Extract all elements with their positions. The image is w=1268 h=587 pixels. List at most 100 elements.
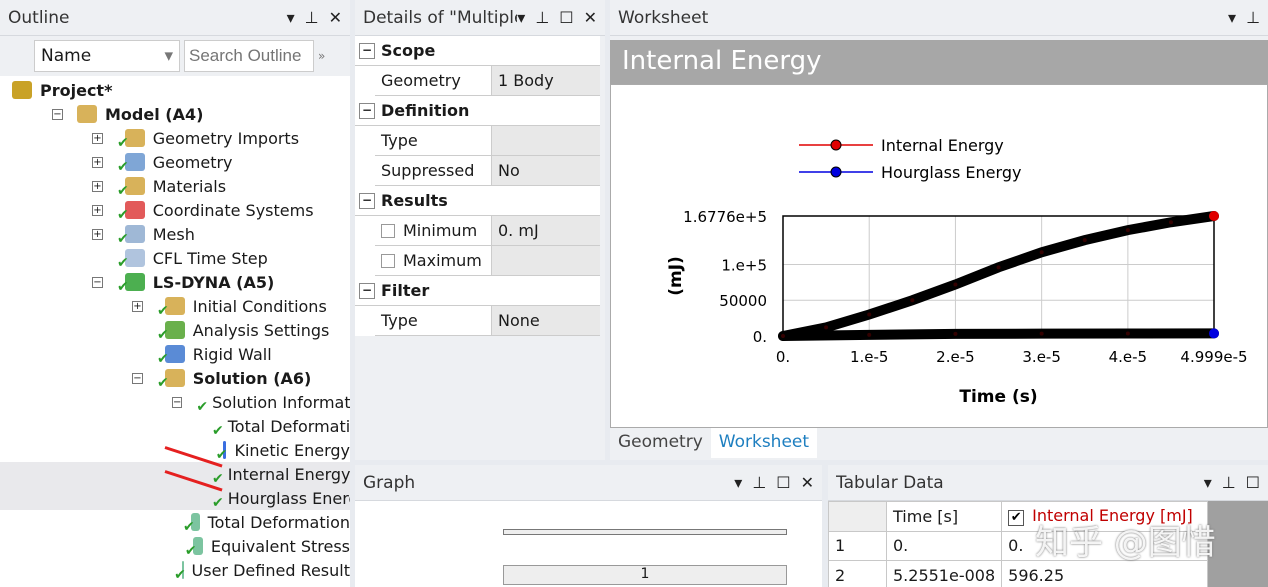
tree-item-label: User Defined Result: [191, 560, 350, 580]
details-group-definition[interactable]: − Definition: [355, 96, 600, 126]
animation-frame-box[interactable]: 1: [503, 565, 787, 585]
details-row[interactable]: Type None: [375, 306, 600, 336]
expand-icon[interactable]: +: [92, 180, 103, 192]
close-icon[interactable]: ✕: [801, 473, 814, 492]
tree-item[interactable]: ✔Total Deformation: [0, 414, 350, 440]
time-cell: 0.: [885, 530, 1003, 562]
tree-item-label: Internal Energy: [227, 464, 350, 484]
tree-item[interactable]: + ✔ Materials: [0, 174, 350, 199]
pin-icon[interactable]: ⊥: [1222, 473, 1236, 492]
check-icon: ✔: [117, 279, 129, 295]
property-value[interactable]: None: [492, 306, 600, 335]
outline-title: Outline: [8, 7, 70, 28]
expand-icon[interactable]: +: [92, 228, 103, 240]
legend-label: Internal Energy: [881, 136, 1004, 155]
property-label: Type: [381, 131, 418, 150]
tree-item[interactable]: ✔ Analysis Settings: [0, 318, 350, 344]
check-icon: ✔: [212, 495, 224, 511]
data-point: [1209, 328, 1219, 339]
tree-item[interactable]: ✔ Equivalent Stress: [0, 534, 350, 560]
column-header-time[interactable]: Time [s]: [885, 501, 1003, 532]
dropdown-icon[interactable]: ▾: [517, 8, 525, 27]
pin-icon[interactable]: ⊥: [305, 8, 319, 27]
collapse-icon[interactable]: −: [172, 396, 183, 408]
collapse-icon[interactable]: −: [359, 42, 375, 59]
tree-item[interactable]: + ✔ Coordinate Systems: [0, 198, 350, 223]
parameter-checkbox[interactable]: [381, 253, 395, 268]
tree-item[interactable]: ✔Total Deformation: [0, 510, 350, 536]
data-point: [781, 334, 785, 338]
details-row[interactable]: Minimum 0. mJ: [375, 216, 600, 246]
property-value[interactable]: 0. mJ: [492, 216, 600, 245]
expand-icon[interactable]: +: [92, 156, 103, 168]
expand-icon[interactable]: +: [92, 204, 103, 216]
graph-title: Graph: [363, 472, 416, 493]
collapse-icon[interactable]: −: [92, 276, 103, 288]
tree-item[interactable]: ✔ CFL Time Step: [0, 246, 350, 272]
collapse-icon[interactable]: −: [132, 372, 143, 384]
check-icon: ✔: [157, 327, 169, 343]
close-icon[interactable]: ✕: [329, 8, 342, 27]
details-row[interactable]: Geometry 1 Body: [375, 66, 600, 96]
close-icon[interactable]: ✕: [584, 8, 597, 27]
tree-item[interactable]: Project*: [0, 78, 350, 102]
dropdown-icon[interactable]: ▾: [287, 8, 295, 27]
details-row[interactable]: Type: [375, 126, 600, 156]
tab-geometry[interactable]: Geometry: [610, 428, 711, 458]
details-group-scope[interactable]: − Scope: [355, 36, 600, 66]
collapse-icon[interactable]: −: [359, 192, 375, 209]
expand-icon[interactable]: +: [92, 132, 103, 144]
details-group-filter[interactable]: − Filter: [355, 276, 600, 306]
property-value[interactable]: No: [492, 156, 600, 185]
search-outline-input[interactable]: [184, 40, 314, 72]
expand-more-icon[interactable]: »: [318, 49, 325, 63]
maximize-icon[interactable]: ☐: [1246, 473, 1260, 492]
legend-marker: [830, 166, 842, 178]
y-tick-label: 1.e+5: [721, 256, 767, 274]
outline-toolbar: Name ▾ »: [0, 36, 350, 76]
tree-item[interactable]: + ✔ Geometry: [0, 150, 350, 175]
property-value[interactable]: 1 Body: [492, 66, 600, 95]
tree-item-label: Geometry: [152, 152, 233, 172]
name-filter-select[interactable]: Name ▾: [34, 40, 180, 72]
collapse-icon[interactable]: −: [359, 102, 375, 119]
tab-worksheet[interactable]: Worksheet: [710, 428, 818, 458]
dropdown-icon[interactable]: ▾: [734, 473, 742, 492]
check-icon: ✔: [117, 159, 129, 175]
pin-icon[interactable]: ⊥: [1246, 8, 1260, 27]
column-checkbox[interactable]: ✔: [1008, 510, 1025, 527]
collapse-icon[interactable]: −: [52, 108, 63, 120]
x-tick-label: 3.e-5: [1022, 348, 1061, 366]
tree-item[interactable]: ✔ User Defined Result: [0, 558, 350, 584]
tree-item[interactable]: − ✔ LS-DYNA (A5): [0, 270, 350, 295]
details-row[interactable]: Maximum: [375, 246, 600, 276]
tree-item[interactable]: + ✔ Initial Conditions: [0, 294, 350, 319]
pin-icon[interactable]: ⊥: [535, 8, 549, 27]
tree-item[interactable]: + ✔ Geometry Imports: [0, 126, 350, 151]
pin-icon[interactable]: ⊥: [752, 473, 766, 492]
tree-item-label: Project*: [40, 80, 113, 100]
maximize-icon[interactable]: ☐: [776, 473, 790, 492]
details-group-results[interactable]: − Results: [355, 186, 600, 216]
property-value[interactable]: [492, 246, 600, 275]
x-tick-label: 4.999e-5: [1180, 348, 1247, 366]
outline-header: Outline ▾ ⊥ ✕: [0, 0, 350, 36]
tree-item[interactable]: − ✔ Solution (A6): [0, 366, 350, 391]
tree-item[interactable]: − ✔Solution Information: [0, 390, 350, 415]
property-value[interactable]: [492, 126, 600, 155]
tree-item-label: Mesh: [152, 224, 195, 244]
tree-item[interactable]: + ✔ Mesh: [0, 222, 350, 247]
dropdown-icon[interactable]: ▾: [1228, 8, 1236, 27]
expand-icon[interactable]: +: [132, 300, 143, 312]
collapse-icon[interactable]: −: [359, 282, 375, 299]
dropdown-icon[interactable]: ▾: [1204, 473, 1212, 492]
tree-item[interactable]: ✔ Rigid Wall: [0, 342, 350, 368]
parameter-checkbox[interactable]: [381, 223, 395, 238]
corner-cell: [828, 501, 887, 532]
tree-item[interactable]: − Model (A4): [0, 102, 350, 126]
maximize-icon[interactable]: ☐: [559, 8, 573, 27]
tree-item[interactable]: ✔Hourglass Energy: [0, 486, 350, 511]
details-row[interactable]: Suppressed No: [375, 156, 600, 186]
table-row[interactable]: 2 5.2551e-008 596.25: [828, 560, 1208, 587]
animation-timeline-bar[interactable]: [503, 529, 787, 535]
